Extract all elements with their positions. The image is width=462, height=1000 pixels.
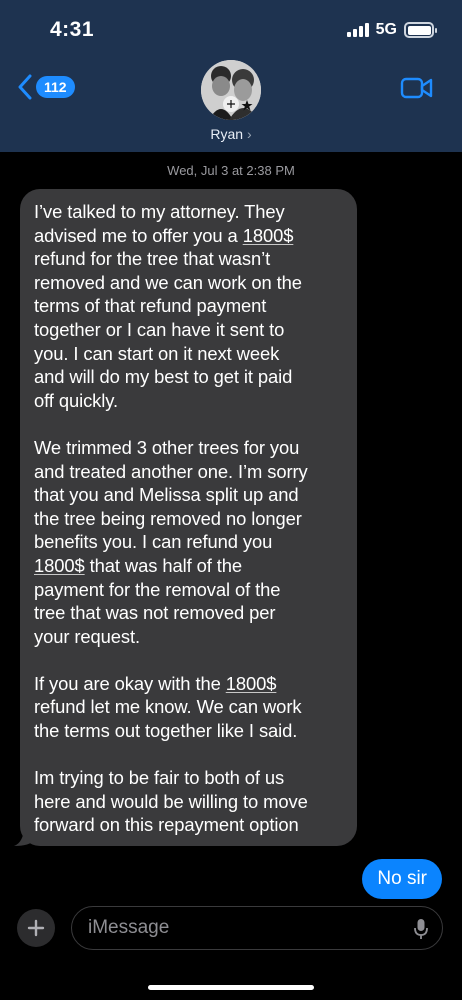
signal-icon	[346, 23, 369, 37]
imessage-input[interactable]: iMessage	[71, 906, 443, 950]
unread-count-badge: 112	[36, 76, 75, 98]
status-time: 4:31	[50, 18, 95, 41]
microphone-icon[interactable]	[414, 918, 428, 940]
message-line: If you are okay with the 1800$	[34, 672, 343, 696]
message-line: refund let me know. We can work	[34, 696, 302, 718]
contact-avatar[interactable]	[201, 60, 261, 120]
message-line: the tree being removed no longer	[34, 507, 302, 529]
message-line: you. I can start on it next week	[34, 342, 280, 364]
status-indicators: 5G	[346, 21, 437, 39]
message-line: off quickly.	[34, 389, 118, 411]
message-line: forward on this repayment option	[34, 814, 299, 836]
message-line: advised me to offer you a 1800$	[34, 224, 343, 248]
message-line: benefits you. I can refund you	[34, 531, 273, 553]
apps-plus-button[interactable]	[17, 909, 55, 947]
battery-icon	[404, 22, 437, 38]
message-paragraph-2: We trimmed 3 other trees for you and tre…	[34, 436, 343, 648]
message-paragraph-3: If you are okay with the 1800$ refund le…	[34, 672, 343, 743]
home-indicator[interactable]	[148, 985, 314, 990]
message-line: refund for the tree that wasn’t	[34, 248, 271, 270]
amount-link[interactable]: 1800$	[226, 673, 277, 694]
message-text: advised me to offer you a	[34, 224, 243, 246]
input-placeholder: iMessage	[88, 917, 170, 938]
message-line: terms of that refund payment	[34, 295, 267, 317]
message-timestamp: Wed, Jul 3 at 2:38 PM	[167, 163, 295, 178]
bubble-tail	[14, 826, 34, 846]
amount-link[interactable]: 1800$	[243, 225, 294, 246]
message-line: here and would be willing to move	[34, 790, 308, 812]
message-line: I’ve talked to my attorney. They	[34, 201, 285, 222]
incoming-message-bubble[interactable]: I’ve talked to my attorney. They advised…	[20, 189, 357, 846]
message-line: and treated another one. I’m sorry	[34, 460, 308, 482]
back-button[interactable]: 112	[18, 74, 75, 100]
back-chevron-icon	[18, 74, 32, 100]
message-line: We trimmed 3 other trees for you	[34, 436, 300, 458]
message-text: that was half of the	[84, 554, 243, 576]
message-text: If you are okay with the	[34, 672, 226, 694]
message-paragraph-4: Im trying to be fair to both of us here …	[34, 766, 343, 837]
network-type: 5G	[375, 21, 397, 38]
message-line: tree that was not removed per	[34, 602, 276, 624]
video-call-icon	[400, 77, 433, 99]
message-line: and will do my best to get it paid	[34, 366, 293, 388]
message-line: payment for the removal of the	[34, 578, 281, 600]
message-line: together or I can have it sent to	[34, 318, 285, 340]
contact-name: Ryan	[210, 126, 244, 142]
message-line: the terms out together like I said.	[34, 720, 298, 742]
conversation-header: 4:31 5G 112 Ryan ›	[0, 0, 462, 152]
message-line: Im trying to be fair to both of us	[34, 767, 285, 789]
message-line: removed and we can work on the	[34, 271, 302, 293]
amount-link[interactable]: 1800$	[34, 555, 85, 576]
contact-chevron: ›	[246, 126, 252, 142]
message-line: 1800$ that was half of the	[34, 554, 343, 578]
message-paragraph-1: I’ve talked to my attorney. They advised…	[34, 200, 343, 412]
message-line: that you and Melissa split up and	[34, 484, 299, 506]
outgoing-message-text: No sir	[377, 868, 427, 889]
facetime-video-button[interactable]	[400, 76, 434, 105]
avatar-photo-icon	[201, 60, 261, 120]
message-line: your request.	[34, 625, 141, 647]
contact-name-button[interactable]: Ryan ›	[0, 126, 462, 142]
outgoing-message-bubble[interactable]: No sir	[362, 859, 442, 899]
plus-icon	[27, 919, 45, 937]
